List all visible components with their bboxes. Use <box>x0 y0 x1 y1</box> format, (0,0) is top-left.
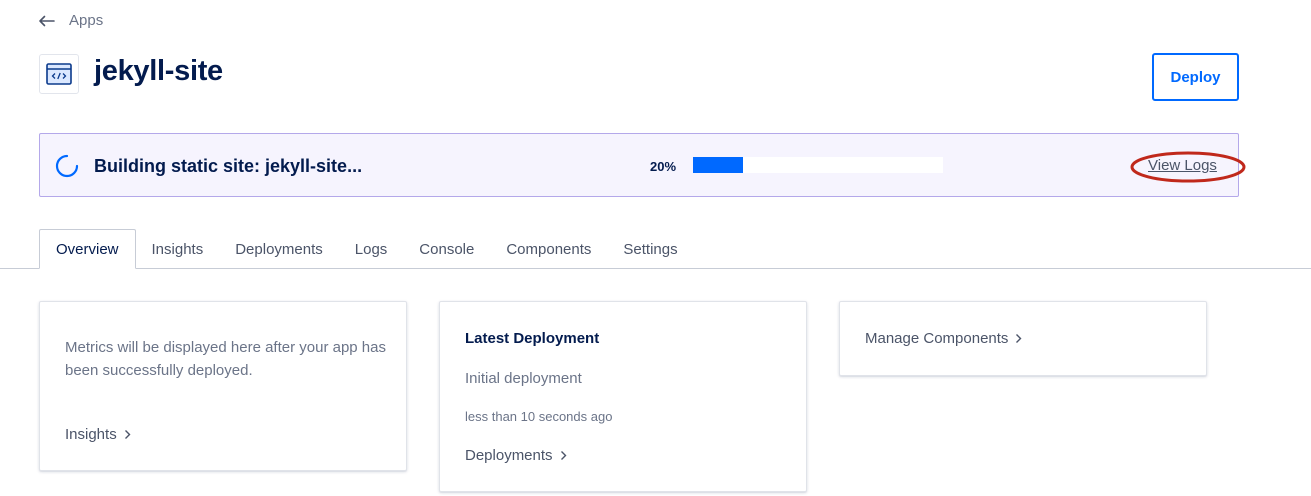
chevron-right-icon <box>124 430 131 439</box>
latest-deployment-time: less than 10 seconds ago <box>465 409 613 424</box>
code-window-icon <box>46 63 72 85</box>
tab-deployments[interactable]: Deployments <box>219 229 339 269</box>
deploy-button[interactable]: Deploy <box>1152 53 1239 101</box>
back-label: Apps <box>69 12 104 29</box>
tab-components[interactable]: Components <box>490 229 607 269</box>
progress-percent: 20% <box>650 159 677 174</box>
tab-settings[interactable]: Settings <box>607 229 693 269</box>
arrow-left-icon <box>39 15 55 26</box>
page-title: jekyll-site <box>94 55 223 87</box>
insights-link-label: Insights <box>65 426 117 443</box>
tab-overview[interactable]: Overview <box>39 229 136 269</box>
latest-deployment-name: Initial deployment <box>465 370 582 387</box>
metrics-card: Metrics will be displayed here after you… <box>39 301 407 471</box>
chevron-right-icon <box>560 451 567 460</box>
deployments-link[interactable]: Deployments <box>465 447 567 464</box>
build-status-banner: Building static site: jekyll-site... 20%… <box>39 133 1246 197</box>
tab-logs[interactable]: Logs <box>339 229 404 269</box>
progress-bar-fill <box>693 157 743 173</box>
components-card: Manage Components <box>839 301 1207 376</box>
progress-bar <box>693 157 943 173</box>
latest-deployment-title: Latest Deployment <box>465 330 600 347</box>
insights-link[interactable]: Insights <box>65 426 131 443</box>
metrics-placeholder-text: Metrics will be displayed here after you… <box>65 339 386 379</box>
tab-console[interactable]: Console <box>403 229 490 269</box>
app-icon <box>39 54 79 94</box>
latest-deployment-card: Latest Deployment Initial deployment les… <box>439 301 807 492</box>
build-status-text: Building static site: jekyll-site... <box>94 156 363 176</box>
tab-bar: Overview Insights Deployments Logs Conso… <box>39 229 694 269</box>
manage-components-label: Manage Components <box>865 330 1009 347</box>
chevron-right-icon <box>1016 334 1022 343</box>
back-to-apps-link[interactable]: Apps <box>38 12 103 29</box>
view-logs-link[interactable]: View Logs <box>1148 157 1217 174</box>
loading-spinner-icon <box>55 154 79 178</box>
deployments-link-label: Deployments <box>465 447 553 464</box>
tab-insights[interactable]: Insights <box>136 229 220 269</box>
manage-components-link[interactable]: Manage Components <box>865 330 1022 347</box>
